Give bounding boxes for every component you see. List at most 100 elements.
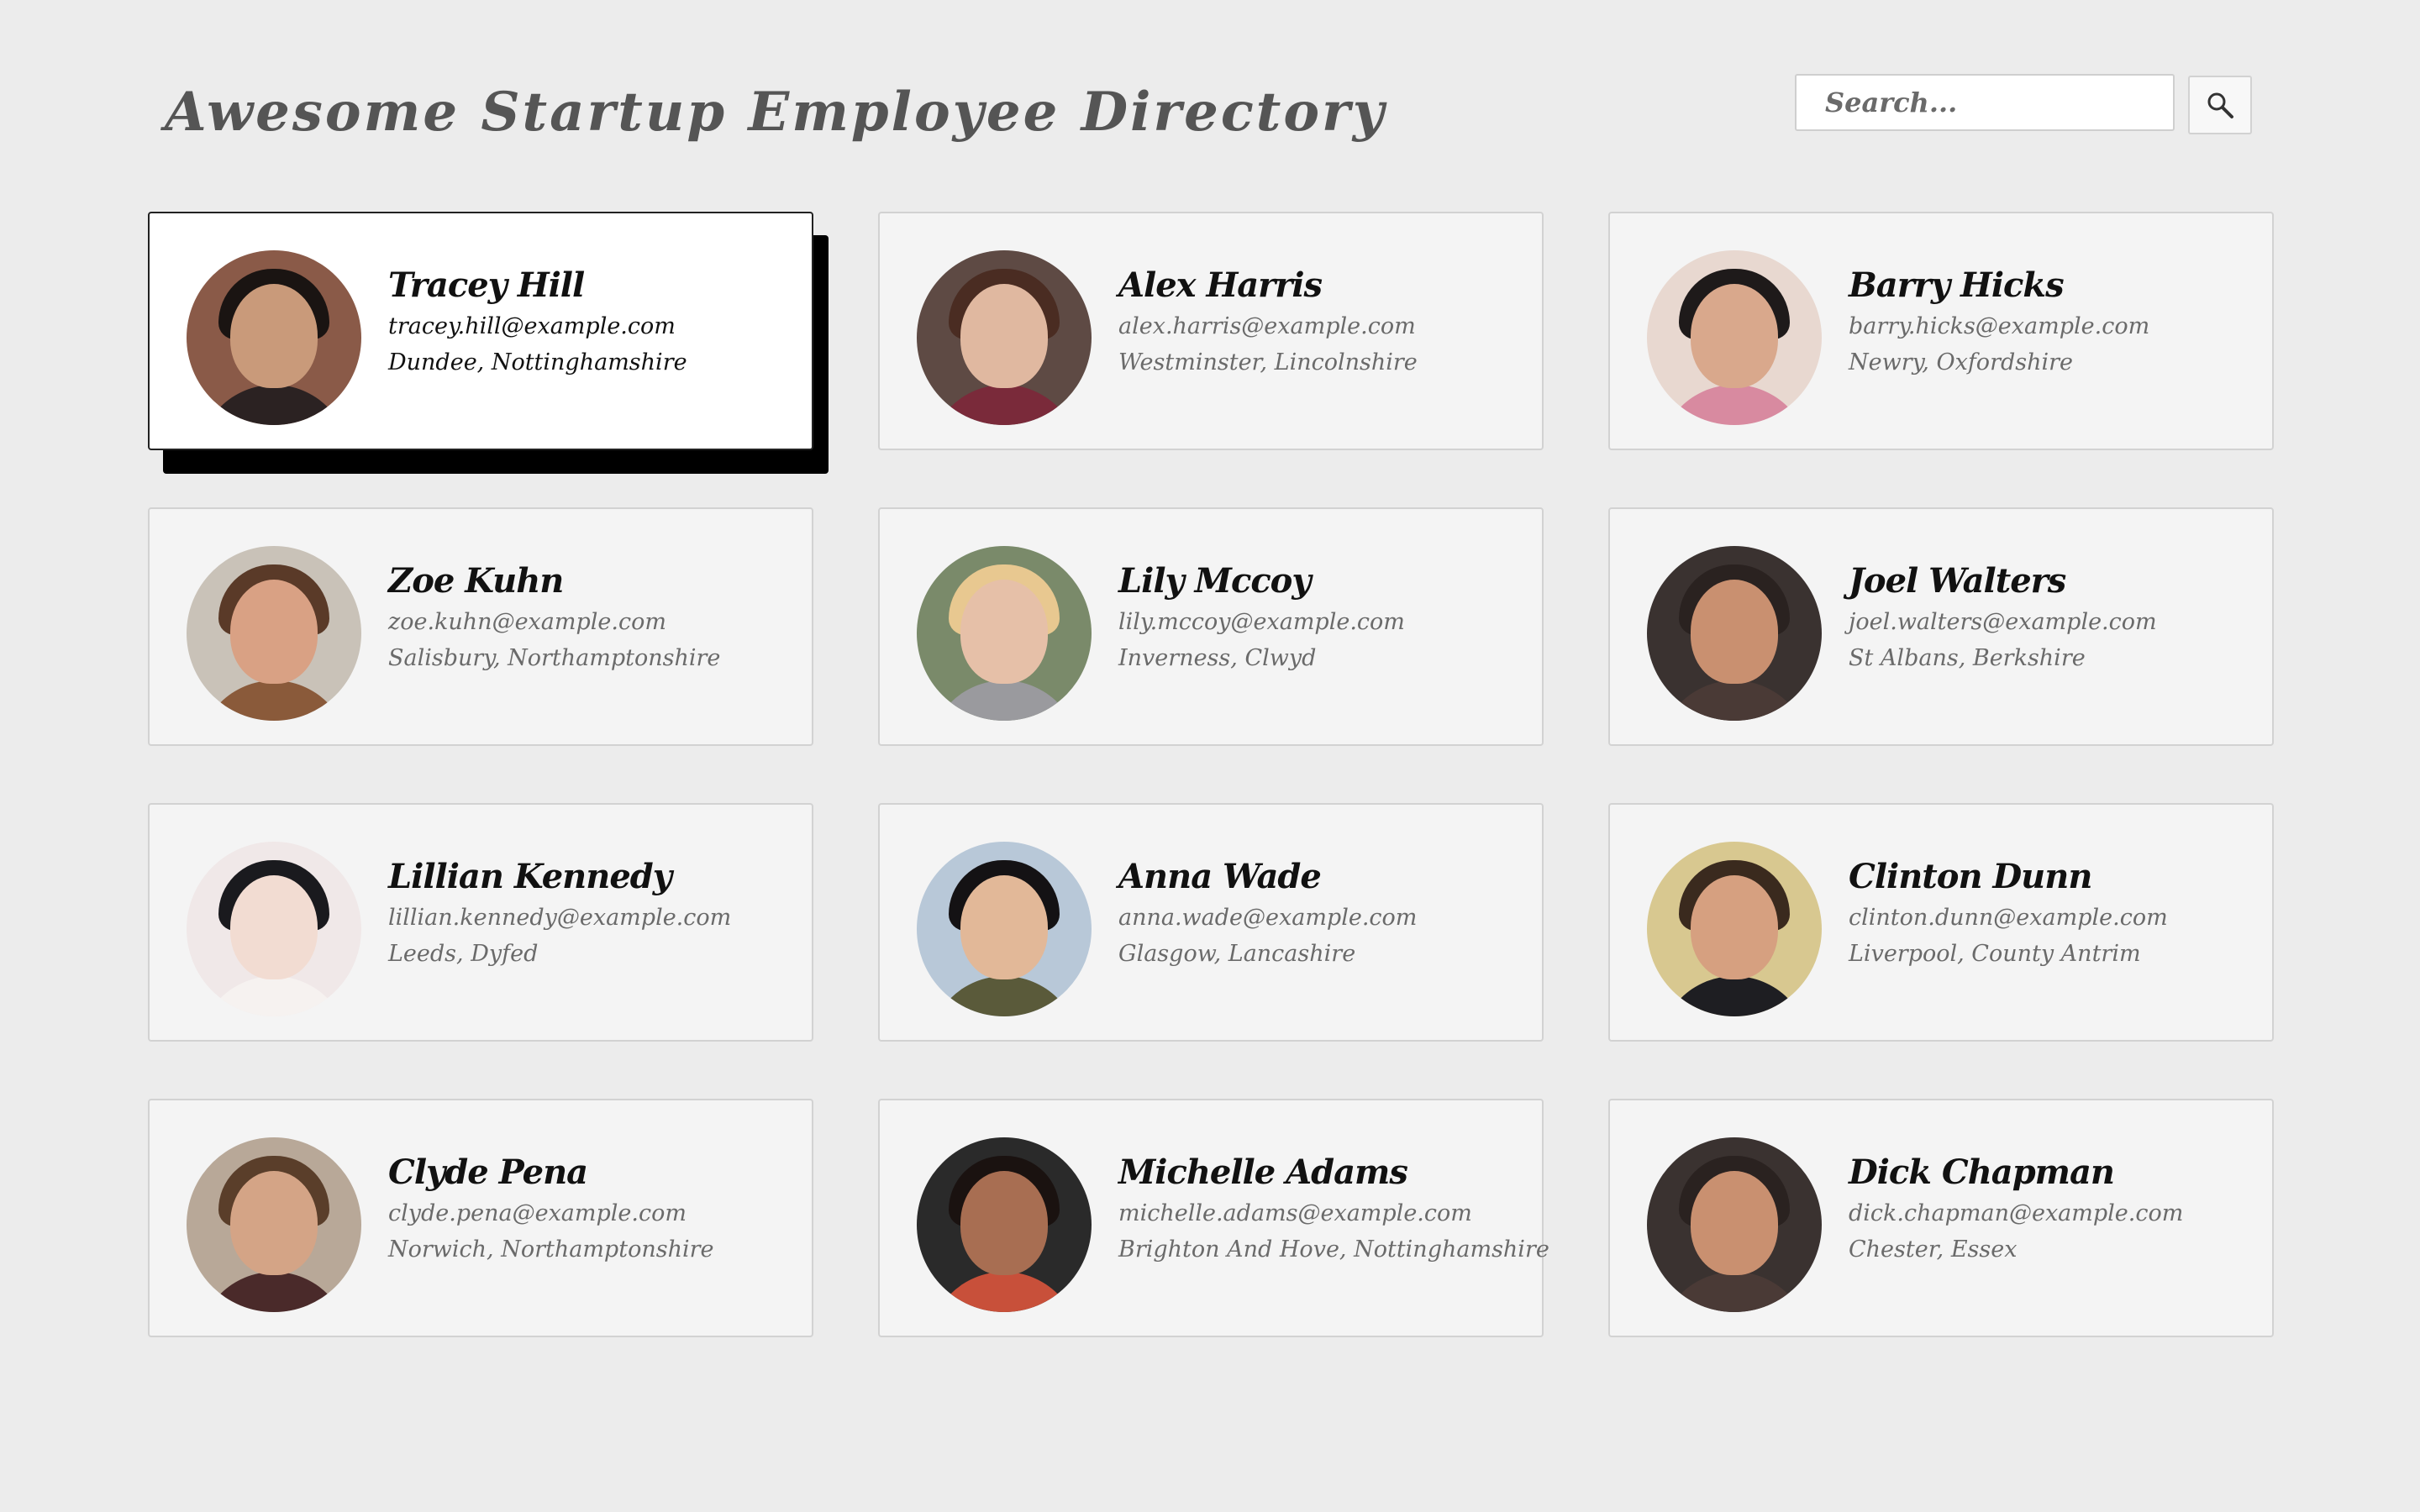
avatar: [187, 1137, 361, 1312]
employee-card[interactable]: Lily Mccoy lily.mccoy@example.com Invernes…: [878, 507, 1544, 746]
employee-name: Dick Chapman: [1849, 1152, 2115, 1192]
employee-info: Zoe Kuhn zoe.kuhn@example.com Salisbury, N…: [388, 561, 803, 671]
avatar-face: [960, 875, 1048, 979]
avatar: [1647, 250, 1822, 425]
employee-name: Anna Wade: [1118, 857, 1322, 896]
avatar-shoulders: [929, 680, 1080, 721]
employee-name: Joel Walters: [1849, 561, 2066, 601]
employee-info: Alex Harris alex.harris@example.com Westmi…: [1118, 265, 1534, 375]
employee-info: Joel Walters joel.walters@example.com St A…: [1849, 561, 2264, 671]
employee-location: Westminster, Lincolnshire: [1118, 349, 1418, 375]
employee-grid: Tracey Hill tracey.hill@example.com Dundee…: [148, 212, 2274, 1337]
avatar-face: [230, 284, 318, 388]
avatar: [917, 1137, 1092, 1312]
avatar: [917, 842, 1092, 1016]
employee-name: Tracey Hill: [388, 265, 585, 305]
employee-card[interactable]: Dick Chapman dick.chapman@example.com Ches…: [1608, 1099, 2274, 1337]
employee-name: Michelle Adams: [1118, 1152, 1408, 1192]
avatar: [1647, 842, 1822, 1016]
employee-email: michelle.adams@example.com: [1118, 1200, 1472, 1226]
avatar-face: [960, 284, 1048, 388]
employee-email: tracey.hill@example.com: [388, 313, 676, 339]
avatar-face: [1691, 284, 1778, 388]
employee-card[interactable]: Clinton Dunn clinton.dunn@example.com Live…: [1608, 803, 2274, 1042]
avatar-face: [1691, 875, 1778, 979]
employee-email: clyde.pena@example.com: [388, 1200, 687, 1226]
employee-card[interactable]: Zoe Kuhn zoe.kuhn@example.com Salisbury, N…: [148, 507, 813, 746]
employee-card[interactable]: Alex Harris alex.harris@example.com Westmi…: [878, 212, 1544, 450]
avatar-shoulders: [929, 976, 1080, 1016]
employee-location: St Albans, Berkshire: [1849, 645, 2086, 671]
employee-location: Leeds, Dyfed: [388, 941, 539, 967]
employee-location: Norwich, Northamptonshire: [388, 1236, 714, 1263]
employee-info: Lily Mccoy lily.mccoy@example.com Invernes…: [1118, 561, 1534, 671]
employee-info: Lillian Kennedy lillian.kennedy@example.c…: [388, 857, 803, 967]
employee-location: Newry, Oxfordshire: [1849, 349, 2074, 375]
employee-email: lily.mccoy@example.com: [1118, 609, 1405, 635]
employee-card[interactable]: Michelle Adams michelle.adams@example.com…: [878, 1099, 1549, 1337]
avatar-shoulders: [1659, 1272, 1810, 1312]
page-title: Awesome Startup Employee Directory: [165, 81, 1386, 144]
header: Awesome Startup Employee Directory: [0, 0, 2420, 185]
avatar: [187, 546, 361, 721]
search-button[interactable]: [2188, 76, 2252, 134]
avatar-face: [230, 1171, 318, 1275]
avatar: [187, 250, 361, 425]
avatar-face: [960, 580, 1048, 684]
employee-info: Clyde Pena clyde.pena@example.com Norwich,…: [388, 1152, 803, 1263]
employee-card[interactable]: Barry Hicks barry.hicks@example.com Newry,…: [1608, 212, 2274, 450]
avatar-face: [1691, 580, 1778, 684]
avatar-face: [230, 875, 318, 979]
employee-name: Barry Hicks: [1849, 265, 2065, 305]
employee-info: Michelle Adams michelle.adams@example.com…: [1118, 1152, 1549, 1263]
employee-card[interactable]: Tracey Hill tracey.hill@example.com Dundee…: [148, 212, 813, 450]
employee-location: Liverpool, County Antrim: [1849, 941, 2141, 967]
employee-name: Clinton Dunn: [1849, 857, 2092, 896]
employee-location: Inverness, Clwyd: [1118, 645, 1317, 671]
employee-email: clinton.dunn@example.com: [1849, 905, 2168, 931]
employee-info: Clinton Dunn clinton.dunn@example.com Live…: [1849, 857, 2264, 967]
avatar-shoulders: [1659, 680, 1810, 721]
avatar: [917, 546, 1092, 721]
employee-location: Salisbury, Northamptonshire: [388, 645, 721, 671]
employee-name: Clyde Pena: [388, 1152, 588, 1192]
employee-card[interactable]: Anna Wade anna.wade@example.com Glasgow, L…: [878, 803, 1544, 1042]
employee-info: Barry Hicks barry.hicks@example.com Newry,…: [1849, 265, 2264, 375]
employee-location: Glasgow, Lancashire: [1118, 941, 1356, 967]
employee-email: lillian.kennedy@example.com: [388, 905, 732, 931]
avatar-shoulders: [198, 680, 350, 721]
employee-card[interactable]: Clyde Pena clyde.pena@example.com Norwich,…: [148, 1099, 813, 1337]
avatar: [187, 842, 361, 1016]
employee-card[interactable]: Lillian Kennedy lillian.kennedy@example.c…: [148, 803, 813, 1042]
avatar-shoulders: [198, 1272, 350, 1312]
employee-email: joel.walters@example.com: [1849, 609, 2157, 635]
employee-name: Lily Mccoy: [1118, 561, 1312, 601]
avatar-shoulders: [929, 385, 1080, 425]
employee-email: zoe.kuhn@example.com: [388, 609, 666, 635]
employee-location: Brighton And Hove, Nottinghamshire: [1118, 1236, 1549, 1263]
employee-info: Dick Chapman dick.chapman@example.com Ches…: [1849, 1152, 2264, 1263]
employee-email: anna.wade@example.com: [1118, 905, 1418, 931]
employee-name: Alex Harris: [1118, 265, 1323, 305]
employee-email: dick.chapman@example.com: [1849, 1200, 2184, 1226]
avatar: [1647, 1137, 1822, 1312]
avatar-face: [230, 580, 318, 684]
employee-email: alex.harris@example.com: [1118, 313, 1416, 339]
employee-email: barry.hicks@example.com: [1849, 313, 2150, 339]
employee-info: Anna Wade anna.wade@example.com Glasgow, L…: [1118, 857, 1534, 967]
avatar-face: [960, 1171, 1048, 1275]
avatar-shoulders: [198, 385, 350, 425]
employee-location: Dundee, Nottinghamshire: [388, 349, 687, 375]
avatar-shoulders: [929, 1272, 1080, 1312]
magnifier-icon: [2190, 90, 2250, 120]
search-input[interactable]: [1795, 74, 2175, 131]
employee-name: Zoe Kuhn: [388, 561, 564, 601]
employee-info: Tracey Hill tracey.hill@example.com Dundee…: [388, 265, 803, 375]
avatar: [917, 250, 1092, 425]
avatar-shoulders: [198, 976, 350, 1016]
employee-location: Chester, Essex: [1849, 1236, 2018, 1263]
avatar: [1647, 546, 1822, 721]
employee-card[interactable]: Joel Walters joel.walters@example.com St A…: [1608, 507, 2274, 746]
avatar-shoulders: [1659, 385, 1810, 425]
employee-name: Lillian Kennedy: [388, 857, 672, 896]
